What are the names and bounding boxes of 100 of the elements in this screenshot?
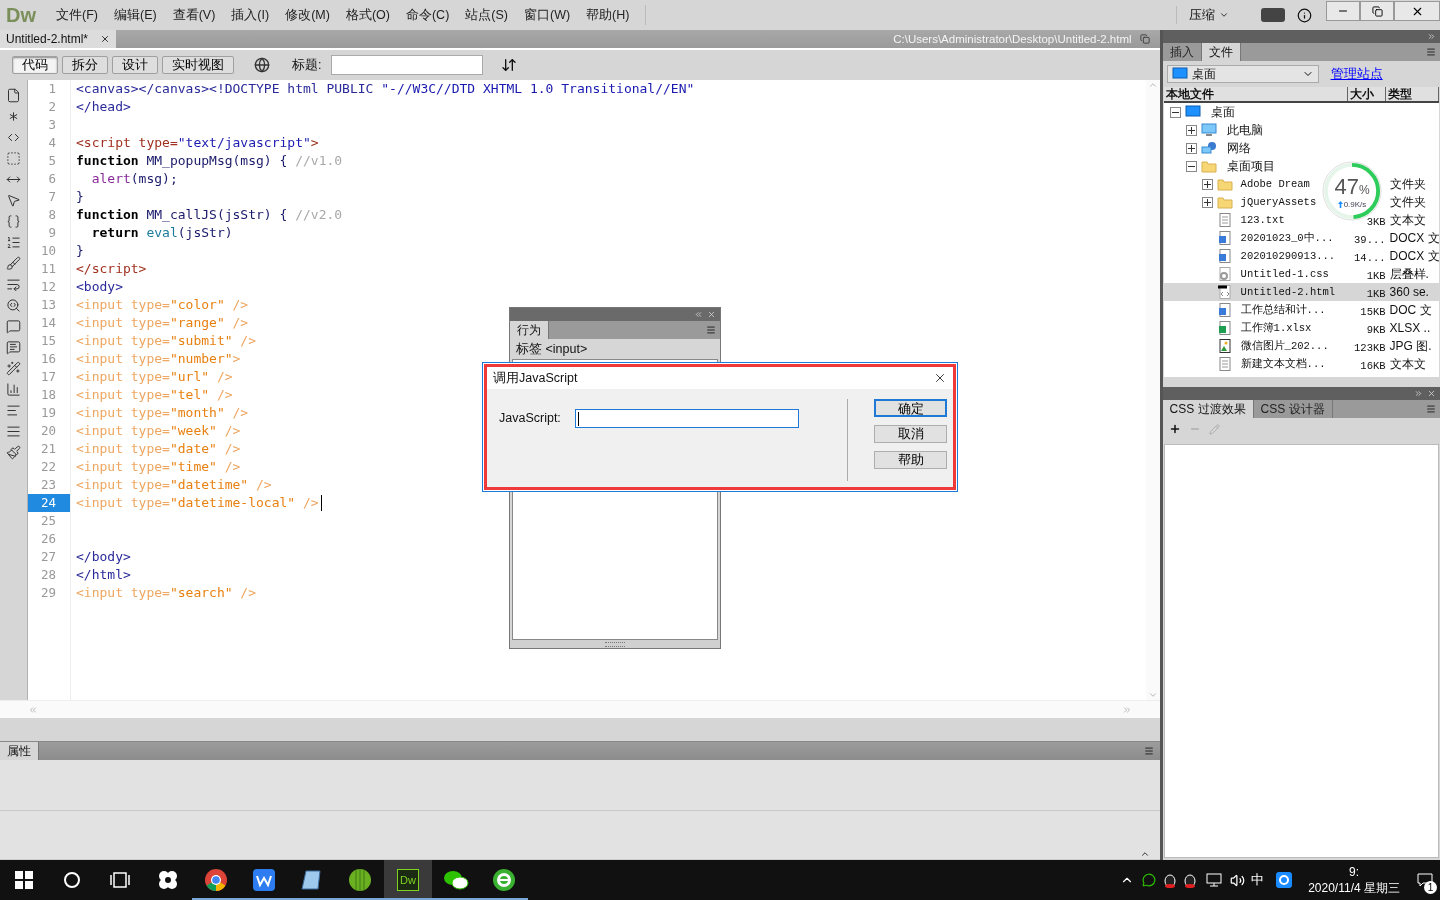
ball-icon[interactable]: [348, 868, 372, 892]
taskbar-button[interactable]: Dw: [384, 860, 432, 900]
panel-tab[interactable]: 行为: [510, 321, 549, 339]
resize-grip[interactable]: [605, 641, 625, 647]
browser-icon[interactable]: [492, 868, 516, 892]
panel-menu-icon[interactable]: [1143, 746, 1154, 756]
menu-item[interactable]: 插入(I): [223, 6, 278, 24]
input-method-indicator[interactable]: 中: [1245, 871, 1271, 889]
panel-tab[interactable]: CSS 设计器: [1253, 400, 1333, 418]
penguin-icon[interactable]: [1164, 872, 1177, 888]
menu-item[interactable]: 查看(V): [164, 6, 224, 24]
panel-menu-icon[interactable]: [1426, 47, 1436, 57]
expand-icon[interactable]: [1201, 178, 1213, 190]
dreamweaver-icon[interactable]: Dw: [397, 869, 419, 891]
panel-menu-icon[interactable]: [1426, 404, 1436, 414]
column-header[interactable]: 类型: [1385, 87, 1439, 101]
workspace-switcher[interactable]: 压缩: [1176, 6, 1219, 24]
wps-icon[interactable]: [253, 869, 275, 891]
menu-item[interactable]: 窗口(W): [515, 6, 579, 24]
info-icon[interactable]: [1297, 7, 1312, 23]
code-search-icon[interactable]: [6, 298, 21, 313]
caret-icon[interactable]: [1219, 10, 1229, 20]
panel-menu-icon[interactable]: [706, 325, 716, 335]
file-name[interactable]: Untitled-1.css: [1240, 268, 1329, 280]
collapse-icon[interactable]: [1185, 160, 1197, 172]
wrap-icon[interactable]: [6, 277, 21, 292]
network-icon[interactable]: [1206, 873, 1223, 887]
globe-icon[interactable]: [254, 57, 270, 73]
wand-icon[interactable]: [6, 361, 21, 376]
notification-button[interactable]: 1: [1410, 860, 1440, 900]
close-button[interactable]: [1394, 1, 1440, 21]
add-icon[interactable]: [1168, 423, 1181, 435]
comment-icon[interactable]: [6, 319, 21, 334]
app-tray-icon[interactable]: [1276, 872, 1293, 888]
brush-icon[interactable]: [6, 256, 21, 271]
view-button[interactable]: 代码: [12, 56, 58, 74]
braces-icon[interactable]: [6, 214, 21, 229]
manage-sites-link[interactable]: 管理站点: [1330, 65, 1383, 83]
file-name[interactable]: 微信图片_202...: [1240, 339, 1329, 353]
restore-button[interactable]: [1360, 1, 1394, 21]
selected-row[interactable]: Untitled-2.html 1KB 360 se.: [1163, 283, 1439, 301]
pinwheel-icon[interactable]: [157, 869, 179, 891]
file-icon[interactable]: [6, 88, 21, 103]
file-name[interactable]: 123.txt: [1240, 214, 1285, 226]
panel-tab[interactable]: 文件: [1201, 43, 1241, 61]
menu-item[interactable]: 文件(F): [48, 6, 106, 24]
menu-item[interactable]: 命令(C): [397, 6, 458, 24]
restore-icon[interactable]: [1139, 34, 1150, 44]
menu-item[interactable]: 帮助(H): [578, 6, 638, 24]
expand-icon[interactable]: [1201, 196, 1213, 208]
file-name[interactable]: 桌面: [1210, 103, 1235, 121]
sort-icon[interactable]: [501, 57, 518, 73]
tablet-icon[interactable]: [300, 868, 324, 892]
file-name[interactable]: 桌面项目: [1226, 157, 1275, 175]
dialog-button[interactable]: 取消: [874, 425, 947, 443]
site-select[interactable]: 桌面: [1166, 65, 1319, 83]
dialog-button[interactable]: 确定: [874, 399, 947, 417]
column-header[interactable]: 本地文件: [1163, 87, 1348, 101]
indent-icon[interactable]: [6, 403, 21, 418]
view-button[interactable]: 实时视图: [162, 56, 234, 74]
file-name[interactable]: 此电脑: [1226, 121, 1263, 139]
menu-item[interactable]: 格式(O): [337, 6, 398, 24]
chrome-icon[interactable]: [204, 868, 228, 892]
volume-icon[interactable]: [1230, 872, 1246, 888]
format-icon[interactable]: [6, 445, 21, 460]
expand-icon[interactable]: [1185, 124, 1197, 136]
file-name[interactable]: Adobe Dream: [1240, 178, 1310, 190]
file-name[interactable]: 工作总结和计...: [1240, 303, 1326, 317]
menu-item[interactable]: 编辑(E): [105, 6, 165, 24]
close-icon[interactable]: [100, 34, 111, 44]
clock[interactable]: 9: 2020/11/4 星期三: [1298, 864, 1410, 896]
menu-item[interactable]: 修改(M): [277, 6, 338, 24]
penguin-icon[interactable]: [1184, 872, 1197, 888]
minimize-button[interactable]: [1326, 1, 1360, 21]
comment-text-icon[interactable]: [6, 340, 21, 355]
menu-item[interactable]: 站点(S): [457, 6, 516, 24]
dialog-button[interactable]: 帮助: [874, 451, 947, 469]
document-tab[interactable]: Untitled-2.html*: [0, 30, 117, 48]
file-name[interactable]: 工作簿1.xlsx: [1240, 321, 1312, 335]
collapse-icon[interactable]: [1169, 106, 1181, 118]
expand-icon[interactable]: [1185, 142, 1197, 154]
file-name[interactable]: 网络: [1226, 139, 1251, 157]
panel-tab[interactable]: 插入: [1162, 43, 1202, 61]
input-field[interactable]: [574, 409, 800, 428]
panel-tab[interactable]: 属性: [0, 742, 39, 760]
file-name[interactable]: 202010290913...: [1240, 250, 1336, 262]
title-field[interactable]: [331, 55, 484, 75]
file-name[interactable]: 20201023_0中...: [1240, 231, 1334, 245]
outdent-icon[interactable]: [6, 424, 21, 439]
chart-icon[interactable]: [6, 382, 21, 397]
panel-tab[interactable]: CSS 过渡效果: [1162, 400, 1254, 418]
file-name[interactable]: jQueryAssets: [1240, 196, 1317, 208]
numbered-list-icon[interactable]: [6, 235, 21, 250]
close-icon[interactable]: [933, 371, 947, 385]
column-header[interactable]: 大小: [1347, 87, 1386, 101]
view-button[interactable]: 拆分: [62, 56, 108, 74]
pointer-icon[interactable]: [6, 193, 21, 208]
file-name[interactable]: 新建文本文档...: [1240, 357, 1326, 371]
chat-tray-icon[interactable]: [1142, 873, 1157, 887]
chat-icon[interactable]: [443, 869, 469, 891]
